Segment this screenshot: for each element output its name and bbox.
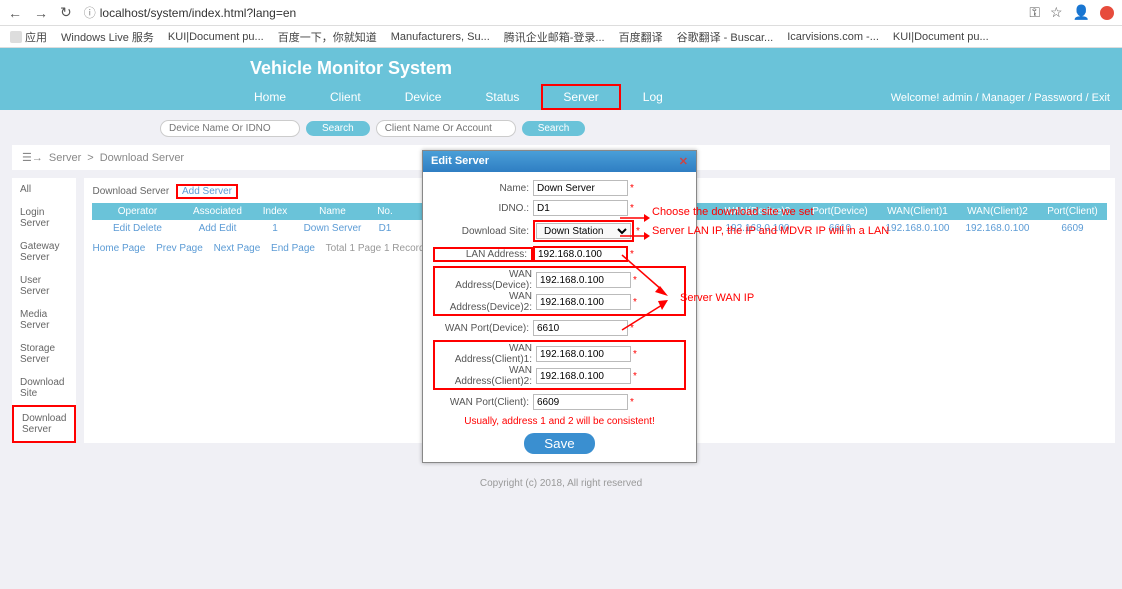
bookmark-item[interactable]: Windows Live 服务 xyxy=(61,29,154,45)
pager-home[interactable]: Home Page xyxy=(92,243,145,254)
welcome-text: Welcome! admin xyxy=(891,92,973,104)
modal-title: Edit Server xyxy=(431,155,489,168)
bookmark-bar: 应用 Windows Live 服务 KUI|Document pu... 百度… xyxy=(0,26,1122,48)
star-icon[interactable]: ☆ xyxy=(1050,4,1063,21)
add-server-button[interactable]: Add Server xyxy=(176,184,238,199)
sidebar-item-user[interactable]: User Server xyxy=(12,269,76,303)
bookmark-item[interactable]: 腾讯企业邮箱-登录... xyxy=(504,29,605,45)
close-icon[interactable]: ✕ xyxy=(679,155,688,168)
pager-end[interactable]: End Page xyxy=(271,243,315,254)
crumb-server[interactable]: Server xyxy=(49,152,81,164)
bookmark-item[interactable]: Manufacturers, Su... xyxy=(391,31,490,43)
wan-client1-input[interactable] xyxy=(536,346,631,362)
search-button-2[interactable]: Search xyxy=(522,121,586,136)
arrow-icon xyxy=(622,300,672,340)
wan-device1-input[interactable] xyxy=(536,272,631,288)
reload-icon[interactable]: ↻ xyxy=(60,4,72,21)
sidebar-item-download-site[interactable]: Download Site xyxy=(12,371,76,405)
nav-device[interactable]: Device xyxy=(383,84,464,110)
sidebar: All Login Server Gateway Server User Ser… xyxy=(12,178,76,443)
bookmark-item[interactable]: 百度翻译 xyxy=(619,29,663,45)
sidebar-item-login[interactable]: Login Server xyxy=(12,201,76,235)
url-text: localhost/system/index.html?lang=en xyxy=(100,6,296,20)
row-associated[interactable]: Add Edit xyxy=(182,220,252,237)
nav-home[interactable]: Home xyxy=(232,84,308,110)
hamburger-icon[interactable]: ☰→ xyxy=(22,151,43,164)
annotation-3: Server WAN IP xyxy=(680,292,754,304)
bookmark-item[interactable]: 谷歌翻译 - Buscar... xyxy=(677,29,774,45)
extension-icon[interactable] xyxy=(1100,6,1114,20)
welcome-bar: Welcome! admin / Manager / Password / Ex… xyxy=(891,92,1110,104)
footer: Copyright (c) 2018, All right reserved xyxy=(0,478,1122,489)
row-operator[interactable]: Edit Delete xyxy=(92,220,182,237)
link-password[interactable]: Password xyxy=(1034,92,1082,104)
device-search-input[interactable] xyxy=(160,120,300,137)
address-bar[interactable]: ⓘlocalhost/system/index.html?lang=en xyxy=(84,4,1018,21)
bookmark-item[interactable]: KUI|Document pu... xyxy=(893,31,989,43)
bookmark-item[interactable]: Icarvisions.com -... xyxy=(787,31,879,43)
sidebar-item-media[interactable]: Media Server xyxy=(12,303,76,337)
sidebar-item-storage[interactable]: Storage Server xyxy=(12,337,76,371)
annotation-2: Server LAN IP, the IP and MDVR IP will i… xyxy=(652,225,889,237)
pager-prev[interactable]: Prev Page xyxy=(156,243,203,254)
search-button-1[interactable]: Search xyxy=(306,121,370,136)
wan-port-client-input[interactable] xyxy=(533,394,628,410)
forward-icon[interactable]: → xyxy=(34,5,48,21)
idno-input[interactable] xyxy=(533,200,628,216)
save-button[interactable]: Save xyxy=(524,433,594,454)
crumb-download[interactable]: Download Server xyxy=(100,152,184,164)
modal-note: Usually, address 1 and 2 will be consist… xyxy=(433,416,686,427)
wan-client2-input[interactable] xyxy=(536,368,631,384)
bookmark-item[interactable]: KUI|Document pu... xyxy=(168,31,264,43)
modal-header: Edit Server ✕ xyxy=(423,151,696,172)
nav-server[interactable]: Server xyxy=(541,84,620,110)
pager-next[interactable]: Next Page xyxy=(214,243,261,254)
bookmark-item[interactable]: 百度一下，你就知道 xyxy=(278,29,377,45)
annotation-1: Choose the download site we set xyxy=(652,206,813,218)
panel-label: Download Server xyxy=(92,186,169,197)
link-manager[interactable]: Manager xyxy=(982,92,1025,104)
wan-port-device-input[interactable] xyxy=(533,320,628,336)
sidebar-item-all[interactable]: All xyxy=(12,178,76,201)
link-exit[interactable]: Exit xyxy=(1092,92,1110,104)
app-title: Vehicle Monitor System xyxy=(250,58,452,79)
name-input[interactable] xyxy=(533,180,628,196)
wan-device2-input[interactable] xyxy=(536,294,631,310)
nav-log[interactable]: Log xyxy=(621,84,685,110)
sidebar-item-gateway[interactable]: Gateway Server xyxy=(12,235,76,269)
search-row: Search Search xyxy=(0,110,1122,137)
lan-input[interactable] xyxy=(533,246,628,262)
nav-client[interactable]: Client xyxy=(308,84,383,110)
app-header: Vehicle Monitor System Home Client Devic… xyxy=(0,48,1122,110)
key-icon[interactable]: ⚿ xyxy=(1029,4,1040,21)
browser-toolbar: ← → ↻ ⓘlocalhost/system/index.html?lang=… xyxy=(0,0,1122,26)
download-site-select[interactable]: Down Station xyxy=(536,223,631,239)
apps-icon[interactable]: 应用 xyxy=(10,29,47,45)
client-search-input[interactable] xyxy=(376,120,516,137)
nav-status[interactable]: Status xyxy=(463,84,541,110)
top-nav: Home Client Device Status Server Log xyxy=(232,84,685,110)
back-icon[interactable]: ← xyxy=(8,5,22,21)
sidebar-item-download-server[interactable]: Download Server xyxy=(12,405,76,443)
arrow-icon xyxy=(620,231,650,241)
profile-icon[interactable]: 👤 xyxy=(1073,4,1090,21)
arrow-icon xyxy=(620,213,650,223)
